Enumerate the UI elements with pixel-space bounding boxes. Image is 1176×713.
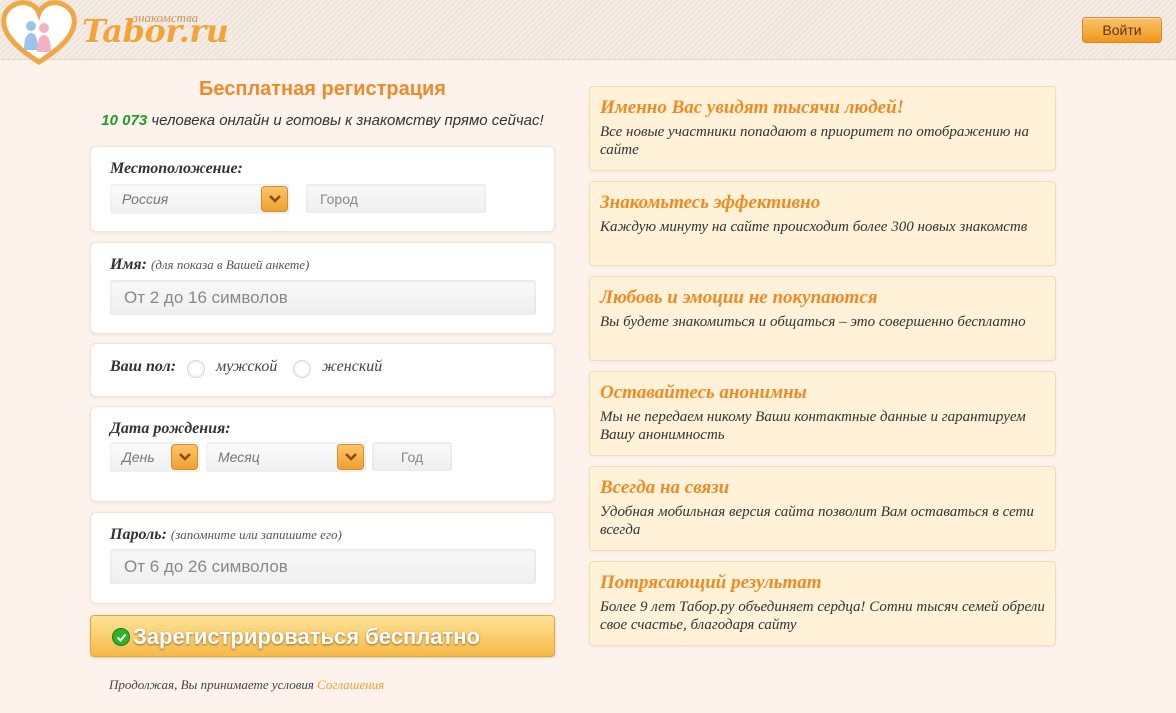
name-label-wrap: Имя: (для показа в Вашей анкете)	[110, 256, 309, 274]
birthdate-panel: Дата рождения: День Месяц Год	[90, 406, 555, 502]
feature-card: Всегда на связи Удобная мобильная версия…	[589, 466, 1056, 551]
gender-male-label[interactable]: мужской	[216, 358, 277, 376]
feature-card: Именно Вас увидят тысячи людей! Все новы…	[589, 86, 1056, 171]
logo-text[interactable]: Tabor.ru	[82, 12, 229, 50]
feature-text: Удобная мобильная версия сайта позволит …	[600, 504, 1034, 538]
name-panel: Имя: (для показа в Вашей анкете) От 2 до…	[90, 242, 555, 334]
feature-text: Вы будете знакомиться и общаться – это с…	[600, 314, 1026, 330]
country-select[interactable]: Россия	[110, 184, 290, 214]
register-button-label: Зарегистрироваться бесплатно	[133, 624, 480, 649]
location-label: Местоположение:	[110, 160, 243, 177]
name-hint: (для показа в Вашей анкете)	[150, 257, 310, 272]
terms-text: Продолжая, Вы принимаете условия	[109, 677, 314, 692]
password-label-wrap: Пароль: (запомните или запишите его)	[110, 526, 342, 544]
feature-text: Мы не передаем никому Ваши контактные да…	[600, 409, 1026, 443]
heart-logo-icon[interactable]	[0, 0, 78, 66]
month-select[interactable]: Месяц	[206, 442, 366, 472]
gender-female-radio[interactable]	[293, 360, 311, 378]
feature-title: Оставайтесь анонимны	[600, 382, 807, 403]
online-text: человека онлайн и готовы к знакомству пр…	[151, 112, 544, 129]
gender-label: Ваш пол:	[110, 358, 177, 375]
birthdate-label: Дата рождения:	[110, 420, 231, 437]
country-value: Россия	[122, 191, 169, 207]
terms-notice: Продолжая, Вы принимаете условия Соглаше…	[109, 677, 384, 693]
feature-text: Более 9 лет Табор.ру объединяет сердца! …	[600, 599, 1045, 633]
feature-title: Знакомьтесь эффективно	[600, 192, 821, 213]
feature-card: Знакомьтесь эффективно Каждую минуту на …	[589, 181, 1056, 266]
year-input[interactable]: Год	[372, 442, 452, 472]
password-label: Пароль:	[110, 526, 167, 543]
day-select[interactable]: День	[110, 442, 200, 472]
feature-card: Любовь и эмоции не покупаются Вы будете …	[589, 276, 1056, 361]
registration-title: Бесплатная регистрация	[199, 78, 446, 100]
password-hint: (запомните или запишите его)	[170, 527, 342, 542]
feature-card: Потрясающий результат Более 9 лет Табор.…	[589, 561, 1056, 646]
feature-title: Всегда на связи	[600, 477, 730, 498]
chevron-down-icon[interactable]	[261, 186, 288, 212]
site-header: знакомства Tabor.ru Войти	[0, 0, 1176, 65]
feature-text: Каждую минуту на сайте происходит более …	[600, 219, 1028, 235]
gender-panel: Ваш пол: мужской женский	[90, 343, 555, 397]
gender-female-label[interactable]: женский	[322, 358, 382, 376]
name-input[interactable]: От 2 до 16 символов	[110, 280, 536, 316]
feature-text: Все новые участники попадают в приоритет…	[600, 124, 1029, 158]
check-icon	[112, 628, 130, 646]
feature-card: Оставайтесь анонимны Мы не передаем нико…	[589, 371, 1056, 456]
feature-title: Именно Вас увидят тысячи людей!	[600, 97, 905, 118]
day-placeholder: День	[122, 449, 155, 465]
login-button[interactable]: Войти	[1082, 17, 1162, 43]
chevron-down-icon[interactable]	[337, 444, 364, 470]
location-panel: Местоположение: Россия Город	[90, 146, 555, 232]
online-count: 10 073	[101, 112, 148, 129]
gender-male-radio[interactable]	[187, 360, 205, 378]
feature-title: Любовь и эмоции не покупаются	[600, 287, 878, 308]
online-counter: 10 073 человека онлайн и готовы к знаком…	[90, 112, 555, 129]
month-placeholder: Месяц	[218, 449, 260, 465]
password-panel: Пароль: (запомните или запишите его) От …	[90, 512, 555, 604]
name-label: Имя:	[110, 256, 147, 273]
password-input[interactable]: От 6 до 26 символов	[110, 549, 536, 585]
register-button[interactable]: Зарегистрироваться бесплатно	[90, 615, 555, 657]
feature-title: Потрясающий результат	[600, 572, 822, 593]
chevron-down-icon[interactable]	[171, 444, 198, 470]
city-input[interactable]: Город	[306, 184, 486, 214]
terms-link[interactable]: Соглашения	[317, 677, 384, 692]
